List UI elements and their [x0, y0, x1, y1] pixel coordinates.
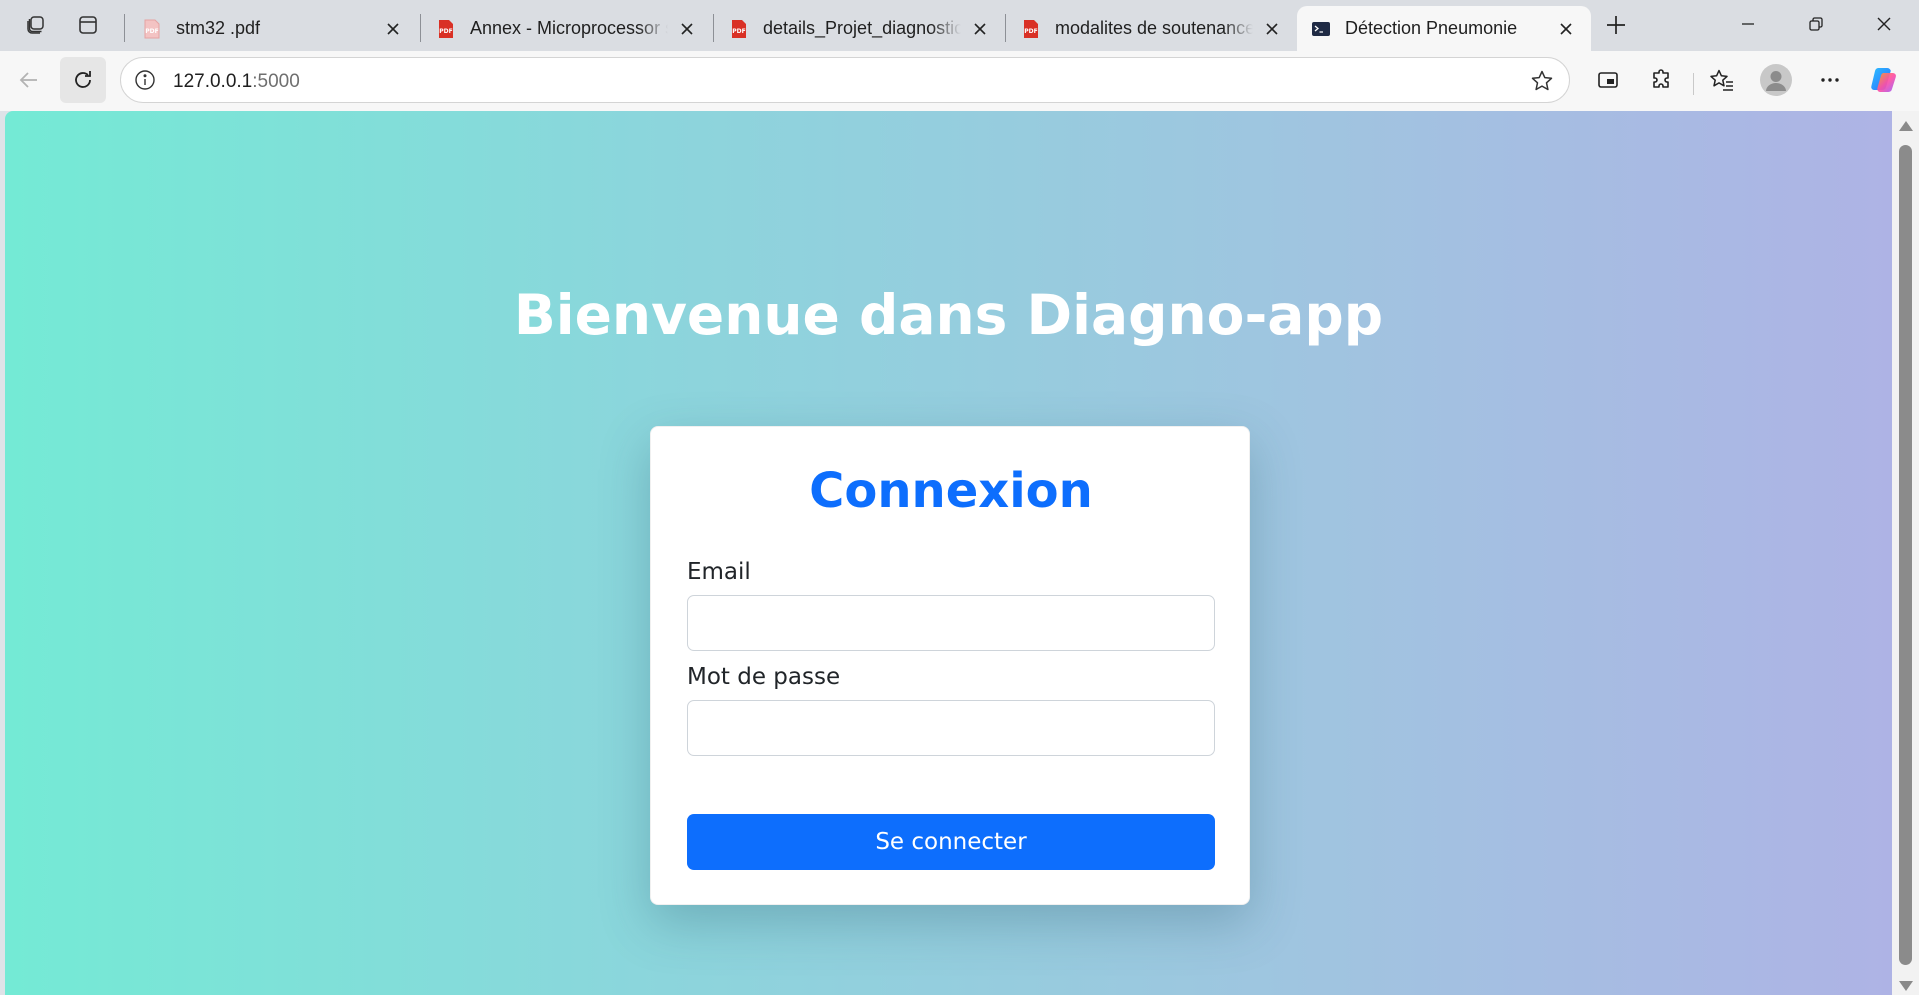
- extensions-button[interactable]: [1645, 63, 1679, 97]
- pdf-file-icon: PDF: [439, 19, 453, 38]
- tab-title: modalites de soutenance: [1055, 18, 1253, 38]
- avatar-icon: [1760, 64, 1792, 96]
- pdf-file-icon: PDF: [732, 19, 746, 38]
- password-field[interactable]: [687, 700, 1215, 756]
- picture-in-picture-button[interactable]: [1591, 63, 1625, 97]
- tab-details-projet[interactable]: PDF details_Projet_diagnostic_: [715, 6, 1005, 51]
- close-icon[interactable]: [382, 18, 404, 40]
- back-button[interactable]: [6, 57, 52, 103]
- back-arrow-icon: [19, 72, 37, 88]
- scroll-thumb[interactable]: [1899, 145, 1912, 965]
- page-title: Bienvenue dans Diagno-app: [513, 283, 1384, 347]
- url-port: :5000: [252, 71, 300, 92]
- close-icon[interactable]: [676, 18, 698, 40]
- close-icon[interactable]: [1261, 18, 1283, 40]
- favorite-star-icon[interactable]: [1529, 68, 1555, 94]
- more-dots-icon: [1821, 78, 1839, 82]
- pdf-file-icon: PDF: [1024, 19, 1038, 38]
- url-host: 127.0.0.1: [173, 71, 253, 92]
- profile-button[interactable]: [1759, 63, 1793, 97]
- tab-title: stm32 .pdf: [176, 18, 261, 38]
- url-text: 127.0.0.1:5000: [173, 71, 300, 93]
- browser-toolbar: 127.0.0.1:5000: [0, 51, 1919, 111]
- plus-icon: [1607, 16, 1625, 34]
- copilot-icon: [1871, 68, 1896, 92]
- tab-separator: [420, 14, 421, 42]
- svg-text:PDF: PDF: [732, 28, 745, 35]
- close-window-button[interactable]: [1856, 0, 1912, 48]
- close-icon: [1877, 17, 1891, 31]
- pdf-file-icon: PDF: [144, 19, 160, 38]
- tab-strip: PDF stm32 .pdf PDF Annex - Microprocesso…: [0, 0, 1919, 51]
- tab-separator: [124, 14, 125, 42]
- tab-actions-icon: [79, 16, 97, 34]
- email-label: Email: [687, 559, 751, 585]
- tab-separator: [1005, 14, 1006, 42]
- svg-text:PDF: PDF: [439, 28, 452, 35]
- tab-title: details_Projet_diagnostic_: [763, 18, 961, 38]
- vertical-scrollbar[interactable]: [1892, 111, 1919, 995]
- reload-button[interactable]: [60, 57, 106, 103]
- copilot-button[interactable]: [1867, 63, 1901, 97]
- picture-in-picture-icon: [1598, 72, 1618, 88]
- email-field[interactable]: [687, 595, 1215, 651]
- svg-text:PDF: PDF: [1024, 28, 1037, 35]
- tab-modalites-soutenance[interactable]: PDF modalites de soutenance: [1007, 6, 1297, 51]
- workspaces-button[interactable]: [17, 8, 53, 42]
- new-tab-button[interactable]: [1598, 8, 1634, 42]
- minimize-button[interactable]: [1720, 0, 1776, 48]
- terminal-icon: [1312, 21, 1330, 36]
- login-card: Connexion Email Mot de passe Se connecte…: [650, 426, 1250, 905]
- close-icon[interactable]: [969, 18, 991, 40]
- vertical-tabs-button[interactable]: [70, 8, 106, 42]
- restore-icon: [1809, 17, 1823, 31]
- tab-title: Détection Pneumonie: [1345, 18, 1518, 38]
- puzzle-icon: [1653, 69, 1669, 88]
- tab-separator: [713, 14, 714, 42]
- login-title: Connexion: [809, 463, 1093, 519]
- tab-detection-pneumonie[interactable]: Détection Pneumonie: [1297, 6, 1591, 51]
- svg-text:PDF: PDF: [145, 28, 158, 35]
- restore-button[interactable]: [1788, 0, 1844, 48]
- tab-annex-microprocessor[interactable]: PDF Annex - Microprocessor s: [422, 6, 712, 51]
- page-viewport: Bienvenue dans Diagno-app Connexion Emai…: [5, 111, 1892, 995]
- tab-stm32[interactable]: PDF stm32 .pdf: [128, 6, 418, 51]
- site-info-icon[interactable]: [133, 68, 157, 92]
- minimize-icon: [1742, 23, 1754, 25]
- tab-title: Annex - Microprocessor s: [470, 18, 668, 38]
- password-label: Mot de passe: [687, 664, 841, 690]
- workspaces-icon: [27, 16, 44, 34]
- toolbar-divider: [1693, 73, 1694, 95]
- favorites-button[interactable]: [1705, 63, 1739, 97]
- settings-menu-button[interactable]: [1813, 63, 1847, 97]
- address-bar[interactable]: 127.0.0.1:5000: [120, 57, 1570, 103]
- reload-icon: [75, 71, 91, 88]
- close-icon[interactable]: [1555, 18, 1577, 40]
- login-button[interactable]: Se connecter: [687, 814, 1215, 870]
- scroll-down-arrow-icon[interactable]: [1899, 981, 1913, 991]
- favorites-list-icon: [1710, 69, 1733, 91]
- scroll-up-arrow-icon[interactable]: [1899, 121, 1913, 131]
